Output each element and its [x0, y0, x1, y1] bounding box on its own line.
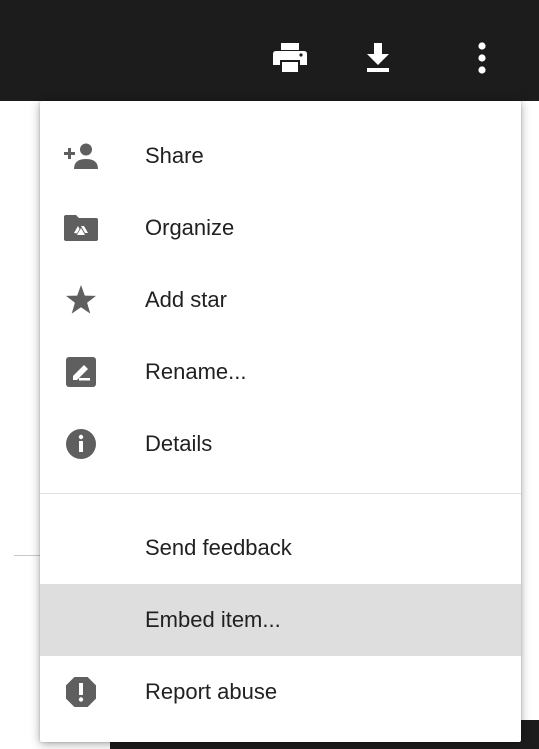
top-toolbar — [0, 0, 539, 101]
menu-item-label: Organize — [145, 215, 235, 240]
menu-item-label: Add star — [145, 287, 227, 312]
download-icon — [367, 43, 389, 72]
person-add-icon — [64, 139, 98, 173]
menu-item-organize[interactable]: Organize — [40, 192, 521, 264]
download-button[interactable] — [358, 38, 398, 78]
menu-item-rename[interactable]: Rename... — [40, 336, 521, 408]
menu-divider — [40, 493, 521, 494]
menu-item-share[interactable]: Share — [40, 120, 521, 192]
menu-item-label: Details — [145, 431, 213, 456]
menu-item-label: Send feedback — [145, 535, 292, 560]
menu-item-report-abuse[interactable]: Report abuse — [40, 656, 521, 728]
menu-item-embed-item[interactable]: Embed item... — [40, 584, 521, 656]
overflow-menu: Share Organize Add star Rename... Detail… — [40, 101, 521, 742]
menu-item-send-feedback[interactable]: Send feedback — [40, 512, 521, 584]
print-button[interactable] — [270, 38, 310, 78]
menu-item-label: Rename... — [145, 359, 247, 384]
report-icon — [64, 675, 98, 709]
star-icon — [64, 283, 98, 317]
more-options-button[interactable] — [462, 38, 502, 78]
drive-folder-icon — [64, 211, 98, 245]
rename-icon — [64, 355, 98, 389]
menu-item-add-star[interactable]: Add star — [40, 264, 521, 336]
menu-item-details[interactable]: Details — [40, 408, 521, 480]
print-icon — [273, 43, 307, 72]
info-icon — [64, 427, 98, 461]
menu-item-label: Embed item... — [145, 607, 281, 632]
more-vert-icon — [478, 42, 486, 74]
menu-item-label: Share — [145, 143, 204, 168]
menu-item-label: Report abuse — [145, 679, 278, 704]
